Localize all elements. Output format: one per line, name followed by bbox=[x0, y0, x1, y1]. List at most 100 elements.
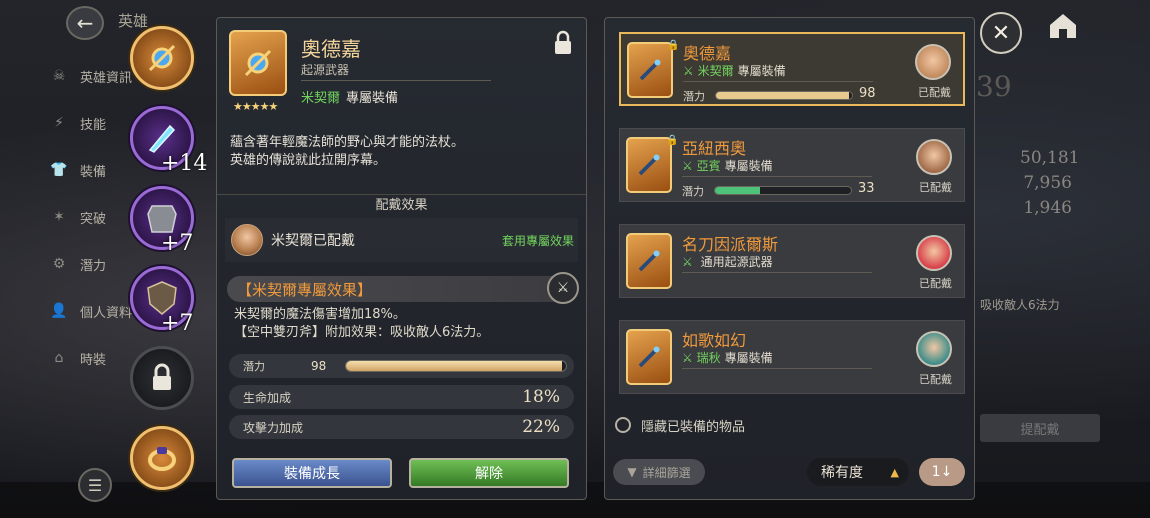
exclusive-description: 米契爾的魔法傷害增加18%。 【空中雙刃斧】附加效果：吸收敵人6法力。 bbox=[234, 307, 490, 340]
slot-sword[interactable]: +14 bbox=[130, 106, 207, 176]
equipped-label: 已配戴 bbox=[918, 86, 951, 99]
divider bbox=[301, 80, 491, 81]
section-title: 配戴效果 bbox=[217, 194, 586, 216]
exclusive-info-button[interactable]: ⚔ bbox=[547, 272, 579, 304]
lock-icon: 🔒 bbox=[667, 40, 680, 51]
list-item[interactable]: 名刀因派爾斯 ⚔ 通用起源武器已配戴 bbox=[619, 224, 965, 298]
home-icon[interactable] bbox=[1046, 10, 1080, 40]
bolt-icon: ⚡ bbox=[54, 115, 64, 131]
item-owner: ⚔ 通用起源武器 bbox=[682, 255, 773, 269]
equipped-status: 米契爾已配戴 bbox=[271, 233, 355, 249]
skull-icon: ☠ bbox=[52, 68, 66, 84]
radio-button[interactable] bbox=[615, 417, 631, 433]
item-owner: ⚔ 瑞秋 專屬裝備 bbox=[682, 351, 773, 365]
list-item[interactable]: 如歌如幻 ⚔ 瑞秋 專屬裝備已配戴 bbox=[619, 320, 965, 394]
potential-bar bbox=[714, 186, 852, 195]
unequip-button[interactable]: 解除 bbox=[409, 458, 569, 488]
slot-armor[interactable]: +7 bbox=[130, 186, 194, 256]
potential-bar-fill bbox=[346, 361, 562, 371]
equipped-label: 已配戴 bbox=[919, 373, 952, 386]
item-name: 奧德嘉 bbox=[301, 37, 361, 61]
divider bbox=[682, 272, 872, 273]
stat-row-attack: 攻擊力加成 22% bbox=[229, 415, 574, 439]
close-button[interactable]: ✕ bbox=[980, 12, 1022, 54]
item-portrait bbox=[229, 30, 287, 96]
item-owner: ⚔ 米契爾 專屬裝備 bbox=[683, 64, 786, 78]
filter-button[interactable]: ▼ 詳細篩選 bbox=[613, 459, 705, 485]
list-item[interactable]: 🔒 奧德嘉 ⚔ 米契爾 專屬裝備 潛力 98 已配戴 bbox=[619, 32, 965, 106]
weapon-tag-icon: ⚔ bbox=[682, 159, 693, 173]
potential-value: 98 bbox=[859, 86, 876, 101]
nav-item-potential[interactable]: ⚙ 潛力 bbox=[0, 248, 140, 280]
filter-icon: ▼ bbox=[627, 465, 637, 479]
staff-icon bbox=[148, 44, 176, 72]
weapon-tag-icon: ⚔ bbox=[683, 64, 694, 78]
avatar bbox=[231, 224, 263, 256]
stat-row-hp: 生命加成 18% bbox=[229, 385, 574, 409]
bg-absorb-text: 吸收敵人6法力 bbox=[980, 298, 1060, 312]
potential-row: 潛力 98 bbox=[229, 354, 574, 378]
slot-shield[interactable]: +7 bbox=[130, 266, 194, 336]
divider bbox=[682, 368, 872, 369]
potential-bar bbox=[715, 91, 853, 100]
sort-order-button[interactable]: 1↓ bbox=[919, 458, 965, 486]
enhance-level: +14 bbox=[161, 151, 208, 176]
potential-bar-fill bbox=[715, 187, 760, 194]
sort-arrow-icon: ▲ bbox=[890, 465, 899, 479]
nav-item-equipment[interactable]: 👕 裝備 bbox=[0, 154, 140, 186]
item-type: 起源武器 bbox=[301, 63, 350, 77]
upgrade-button[interactable]: 裝備成長 bbox=[232, 458, 392, 488]
equipped-label: 已配戴 bbox=[919, 277, 952, 290]
list-menu-button[interactable]: ☰ bbox=[78, 468, 112, 502]
avatar bbox=[915, 44, 951, 80]
ring-icon bbox=[148, 447, 176, 471]
staff-icon bbox=[244, 49, 272, 77]
hide-equipped-toggle[interactable]: 隱藏已裝備的物品 bbox=[615, 415, 745, 435]
item-name: 如歌如幻 bbox=[682, 331, 747, 350]
gear-icon: ⚙ bbox=[52, 256, 66, 272]
weapon-icon bbox=[638, 346, 660, 368]
item-name: 名刀因派爾斯 bbox=[682, 235, 779, 254]
nav-item-breakthrough[interactable]: ✶ 突破 bbox=[0, 201, 140, 233]
weapon-tag-icon: ⚔ bbox=[682, 351, 693, 365]
shirt-icon: 👕 bbox=[50, 162, 68, 178]
item-name: 奧德嘉 bbox=[683, 44, 732, 63]
star-icon: ✶ bbox=[53, 209, 65, 225]
nav-item-costume[interactable]: ⌂ 時裝 bbox=[0, 342, 140, 374]
item-thumbnail bbox=[626, 233, 672, 289]
bg-stats: 50,181 7,956 1,946 bbox=[1020, 148, 1080, 218]
list-item[interactable]: 🔒 亞紐西奧 ⚔ 亞賓 專屬裝備 潛力 33 已配戴 bbox=[619, 128, 965, 202]
slot-ring[interactable] bbox=[130, 426, 194, 490]
weapon-icon bbox=[639, 59, 661, 81]
avatar bbox=[916, 235, 952, 271]
person-icon: 👤 bbox=[50, 303, 68, 319]
exclusive-effect-bar: 【米契爾專屬效果】 ⚔ bbox=[227, 272, 579, 304]
slot-locked bbox=[130, 346, 194, 410]
divider bbox=[683, 81, 873, 82]
nav-item-profile[interactable]: 👤 個人資料 bbox=[0, 295, 140, 327]
hanger-icon: ⌂ bbox=[54, 350, 64, 366]
nav-item-skills[interactable]: ⚡ 技能 bbox=[0, 107, 140, 139]
sort-dropdown[interactable]: 稀有度 ▲ bbox=[807, 458, 909, 486]
item-detail-panel: ★★★★★ 奧德嘉 起源武器 米契爾 專屬裝備 蘊含著年輕魔法師的野心與才能的法杖… bbox=[216, 17, 587, 500]
lock-icon: 🔒 bbox=[666, 135, 679, 146]
exclusive-title: 【米契爾專屬效果】 bbox=[237, 280, 373, 299]
lock-toggle-icon[interactable] bbox=[552, 30, 574, 56]
item-description: 蘊含著年輕魔法師的野心與才能的法杖。 英雄的傳說就此拉開序幕。 bbox=[230, 135, 465, 168]
weapon-icon bbox=[638, 250, 660, 272]
potential-value: 33 bbox=[858, 181, 875, 196]
weapon-icon bbox=[638, 154, 660, 176]
item-list-panel: 🔒 奧德嘉 ⚔ 米契爾 專屬裝備 潛力 98 已配戴 🔒 亞紐西奧 ⚔ 亞賓 專屬裝備 潛力 33 已配戴… bbox=[604, 17, 975, 500]
slot-weapon[interactable] bbox=[130, 26, 194, 90]
item-name: 亞紐西奧 bbox=[682, 139, 747, 158]
potential-bar bbox=[345, 360, 567, 372]
item-thumbnail bbox=[626, 329, 672, 385]
nav-item-hero-info[interactable]: ☠ 英雄資訊 bbox=[0, 60, 140, 92]
back-button[interactable]: ← bbox=[66, 6, 104, 40]
apply-exclusive-link[interactable]: 套用專屬效果 bbox=[502, 232, 574, 249]
item-stars: ★★★★★ bbox=[233, 100, 278, 113]
bg-level: 39 bbox=[976, 70, 1012, 103]
equipped-row: 米契爾已配戴 套用專屬效果 bbox=[225, 218, 578, 262]
page-title: 英雄 bbox=[118, 12, 149, 30]
potential-bar-fill bbox=[716, 92, 850, 99]
